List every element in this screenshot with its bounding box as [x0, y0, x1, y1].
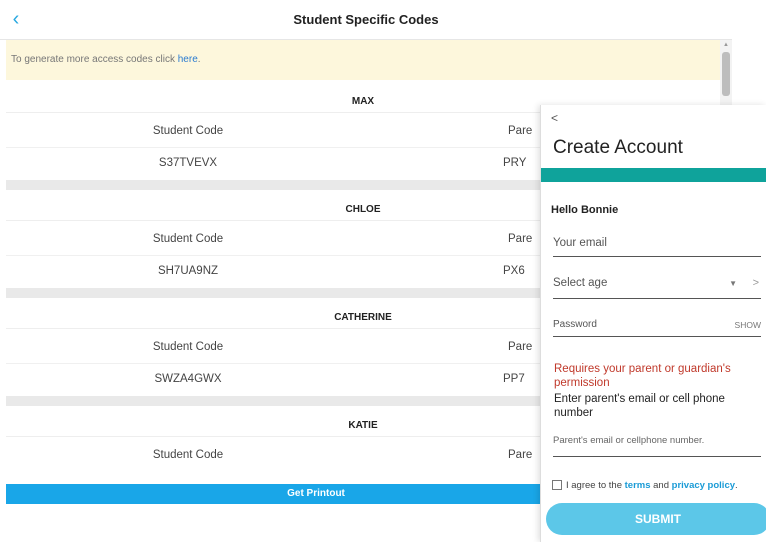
- parent-code-label: Pare: [508, 341, 533, 353]
- email-placeholder: Your email: [553, 237, 607, 249]
- scroll-up-icon[interactable]: ▲: [722, 42, 730, 48]
- agree-checkbox[interactable]: [552, 480, 562, 490]
- get-printout-button[interactable]: Get Printout: [6, 484, 626, 504]
- parent-contact-prompt: Enter parent's email or cell phone numbe…: [554, 393, 725, 419]
- terms-agreement: I agree to the terms and privacy policy.: [552, 480, 766, 491]
- show-password-button[interactable]: SHOW: [735, 320, 761, 330]
- permission-warning: Requires your parent or guardian's permi…: [554, 363, 731, 389]
- parent-contact-placeholder: Parent's email or cellphone number.: [553, 435, 705, 446]
- access-code-banner: To generate more access codes click here…: [6, 40, 720, 80]
- banner-here-link[interactable]: here: [178, 54, 198, 65]
- student-code-label: Student Code: [152, 341, 224, 353]
- app-window: ‹ Student Specific Codes To generate mor…: [0, 0, 766, 542]
- scrollbar-thumb[interactable]: [722, 52, 730, 96]
- student-code-label: Student Code: [152, 125, 224, 137]
- parent-code-value: PP7: [503, 373, 525, 385]
- create-account-title: Create Account: [553, 137, 683, 158]
- top-bar: ‹ Student Specific Codes: [0, 0, 732, 40]
- student-code-value: SWZA4GWX: [154, 373, 222, 385]
- agree-and: and: [650, 480, 672, 491]
- student-code-value: SH7UA9NZ: [157, 265, 219, 277]
- privacy-policy-link[interactable]: privacy policy: [672, 480, 735, 491]
- parent-code-value: PRY: [503, 157, 527, 169]
- banner-suffix: .: [197, 54, 201, 65]
- email-field[interactable]: Your email: [553, 237, 761, 257]
- banner-text: To generate more access codes click: [11, 54, 178, 65]
- chevron-right-icon: >: [752, 277, 759, 289]
- student-code-label: Student Code: [152, 233, 224, 245]
- create-account-panel: < Create Account Hello Bonnie Your email…: [540, 105, 766, 542]
- parent-code-label: Pare: [508, 233, 533, 245]
- parent-code-label: Pare: [508, 449, 533, 461]
- page-title: Student Specific Codes: [293, 12, 439, 27]
- parent-code-value: PX6: [503, 265, 525, 277]
- submit-button[interactable]: SUBMIT: [546, 503, 766, 535]
- agree-prefix: I agree to the: [566, 480, 625, 491]
- terms-link[interactable]: terms: [625, 480, 651, 491]
- student-code-value: S37TVEVX: [158, 157, 218, 169]
- student-code-label: Student Code: [152, 449, 224, 461]
- age-select[interactable]: Select age ▼ >: [553, 277, 761, 299]
- parent-contact-field[interactable]: Parent's email or cellphone number.: [553, 435, 761, 457]
- parent-code-label: Pare: [508, 125, 533, 137]
- agree-suffix: .: [735, 480, 738, 491]
- password-placeholder: Password: [553, 319, 597, 330]
- age-placeholder: Select age: [553, 277, 608, 289]
- password-field[interactable]: Password SHOW: [553, 319, 761, 337]
- teal-header-bar: [541, 168, 766, 182]
- chevron-left-icon[interactable]: <: [551, 111, 558, 125]
- greeting-text: Hello Bonnie: [551, 204, 619, 216]
- chevron-down-icon: ▼: [729, 279, 737, 288]
